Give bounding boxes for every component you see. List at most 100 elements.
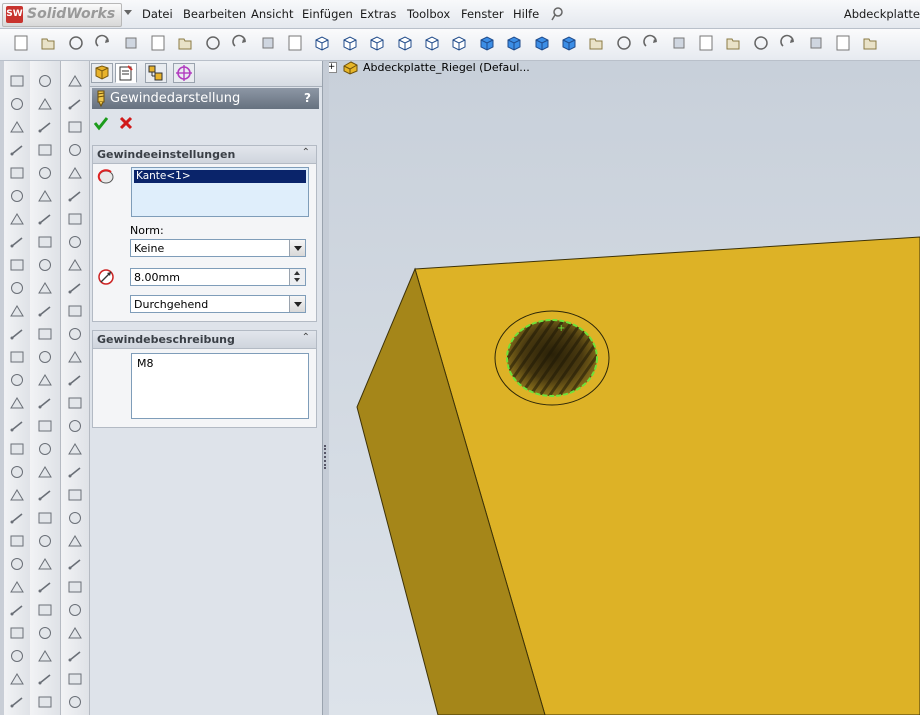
sketch-tool-icon[interactable] <box>37 694 53 710</box>
sketch-tool-icon[interactable] <box>37 119 53 135</box>
feature-extra-icon[interactable] <box>67 625 83 641</box>
feature-extra-icon[interactable] <box>67 372 83 388</box>
feature-tool-icon[interactable] <box>9 119 25 135</box>
selected-edge-item[interactable]: Kante<1> <box>134 170 306 183</box>
logo-dropdown-arrow-icon[interactable] <box>124 10 132 15</box>
feature-tool-icon[interactable] <box>9 579 25 595</box>
end-condition-dropdown[interactable]: Durchgehend <box>130 295 306 313</box>
feature-tool-icon[interactable] <box>9 280 25 296</box>
feature-tool-icon[interactable] <box>9 441 25 457</box>
feature-extra-icon[interactable] <box>67 648 83 664</box>
sketch-tool-icon[interactable] <box>37 602 53 618</box>
sketch-tool-icon[interactable] <box>37 441 53 457</box>
graphics-area[interactable]: + + Abdeckplatte_Riegel (Defaul... <box>323 61 920 715</box>
feature-tool-icon[interactable] <box>9 556 25 572</box>
view-shaded-icon[interactable] <box>533 34 551 52</box>
feature-extra-icon[interactable] <box>67 96 83 112</box>
sketch-tool-icon[interactable] <box>37 211 53 227</box>
select-icon[interactable] <box>286 34 304 52</box>
ok-checkmark-icon[interactable] <box>93 115 109 131</box>
sketch-tool-icon[interactable] <box>37 326 53 342</box>
sketch-tool-icon[interactable] <box>37 671 53 687</box>
sketch-tool-icon[interactable] <box>37 372 53 388</box>
paste-icon[interactable] <box>176 34 194 52</box>
splitter-grip-icon[interactable] <box>324 445 329 469</box>
view-top-icon[interactable] <box>450 34 468 52</box>
thread-description-header[interactable]: Gewindebeschreibung ⌃ <box>93 331 316 349</box>
sketch-tool-icon[interactable] <box>37 510 53 526</box>
feature-extra-icon[interactable] <box>67 211 83 227</box>
diameter-spinner[interactable] <box>289 269 305 285</box>
menu-datei[interactable]: Datei <box>142 7 173 21</box>
feature-tool-icon[interactable] <box>9 372 25 388</box>
feature-tool-icon[interactable] <box>9 648 25 664</box>
sketch-tool-icon[interactable] <box>37 464 53 480</box>
view-shaded-edges-icon[interactable] <box>560 34 578 52</box>
open-icon[interactable] <box>39 34 57 52</box>
part-name-label[interactable]: Abdeckplatte_Riegel (Defaul... <box>363 61 530 74</box>
sketch-tool-icon[interactable] <box>37 533 53 549</box>
feature-extra-icon[interactable] <box>67 257 83 273</box>
feature-extra-icon[interactable] <box>67 73 83 89</box>
menu-hilfe[interactable]: Hilfe <box>513 7 539 21</box>
collapse-chevron-icon[interactable]: ⌃ <box>302 332 310 343</box>
feature-tool-icon[interactable] <box>9 165 25 181</box>
appearance-icon[interactable] <box>724 34 742 52</box>
sketch-tool-icon[interactable] <box>37 395 53 411</box>
feature-tool-icon[interactable] <box>9 625 25 641</box>
sketch-tool-icon[interactable] <box>37 188 53 204</box>
feature-tool-icon[interactable] <box>9 418 25 434</box>
feature-extra-icon[interactable] <box>67 510 83 526</box>
redo-icon[interactable] <box>231 34 249 52</box>
feature-tool-icon[interactable] <box>9 303 25 319</box>
feature-tool-icon[interactable] <box>9 487 25 503</box>
feature-tool-icon[interactable] <box>9 188 25 204</box>
save-icon[interactable] <box>67 34 85 52</box>
feature-extra-icon[interactable] <box>67 602 83 618</box>
sketch-tool-icon[interactable] <box>37 418 53 434</box>
menu-bearbeiten[interactable]: Bearbeiten <box>183 7 246 21</box>
menu-ansicht[interactable]: Ansicht <box>251 7 293 21</box>
feature-tool-icon[interactable] <box>9 533 25 549</box>
property-manager-tab[interactable] <box>115 63 137 83</box>
configuration-manager-tab[interactable] <box>145 63 167 83</box>
feature-tool-icon[interactable] <box>9 349 25 365</box>
feature-tool-icon[interactable] <box>9 326 25 342</box>
sketch-tool-icon[interactable] <box>37 303 53 319</box>
feature-extra-icon[interactable] <box>67 579 83 595</box>
norm-dropdown-arrow-icon[interactable] <box>289 240 305 256</box>
panel-splitter[interactable] <box>322 61 329 715</box>
menu-einfuegen[interactable]: Einfügen <box>302 7 353 21</box>
feature-extra-icon[interactable] <box>67 234 83 250</box>
sketch-tool-icon[interactable] <box>37 280 53 296</box>
thread-description-textarea[interactable]: M8 <box>131 353 309 419</box>
sketch-tool-icon[interactable] <box>37 165 53 181</box>
thread-settings-header[interactable]: Gewindeeinstellungen ⌃ <box>93 146 316 164</box>
lights-icon[interactable] <box>752 34 770 52</box>
sketch-tool-icon[interactable] <box>37 579 53 595</box>
feature-extra-icon[interactable] <box>67 326 83 342</box>
sketch-tool-icon[interactable] <box>37 349 53 365</box>
feature-tool-icon[interactable] <box>9 257 25 273</box>
feature-extra-icon[interactable] <box>67 349 83 365</box>
end-condition-dropdown-arrow-icon[interactable] <box>289 296 305 312</box>
dim-expert-tab[interactable] <box>173 63 195 83</box>
feature-tool-icon[interactable] <box>9 96 25 112</box>
cancel-x-icon[interactable] <box>118 115 134 131</box>
triad-icon[interactable] <box>807 34 825 52</box>
feature-extra-icon[interactable] <box>67 119 83 135</box>
pan-icon[interactable] <box>670 34 688 52</box>
feature-tool-icon[interactable] <box>9 395 25 411</box>
rebuild-icon[interactable] <box>259 34 277 52</box>
menu-toolbox[interactable]: Toolbox <box>407 7 450 21</box>
feature-extra-icon[interactable] <box>67 280 83 296</box>
sketch-tool-icon[interactable] <box>37 556 53 572</box>
feature-extra-icon[interactable] <box>67 441 83 457</box>
sketch-tool-icon[interactable] <box>37 257 53 273</box>
feature-manager-tab[interactable] <box>91 63 113 83</box>
print-icon[interactable] <box>94 34 112 52</box>
sketch-tool-icon[interactable] <box>37 487 53 503</box>
preview-icon[interactable] <box>122 34 140 52</box>
diameter-input[interactable]: 8.00mm <box>130 268 306 286</box>
feature-tool-icon[interactable] <box>9 73 25 89</box>
